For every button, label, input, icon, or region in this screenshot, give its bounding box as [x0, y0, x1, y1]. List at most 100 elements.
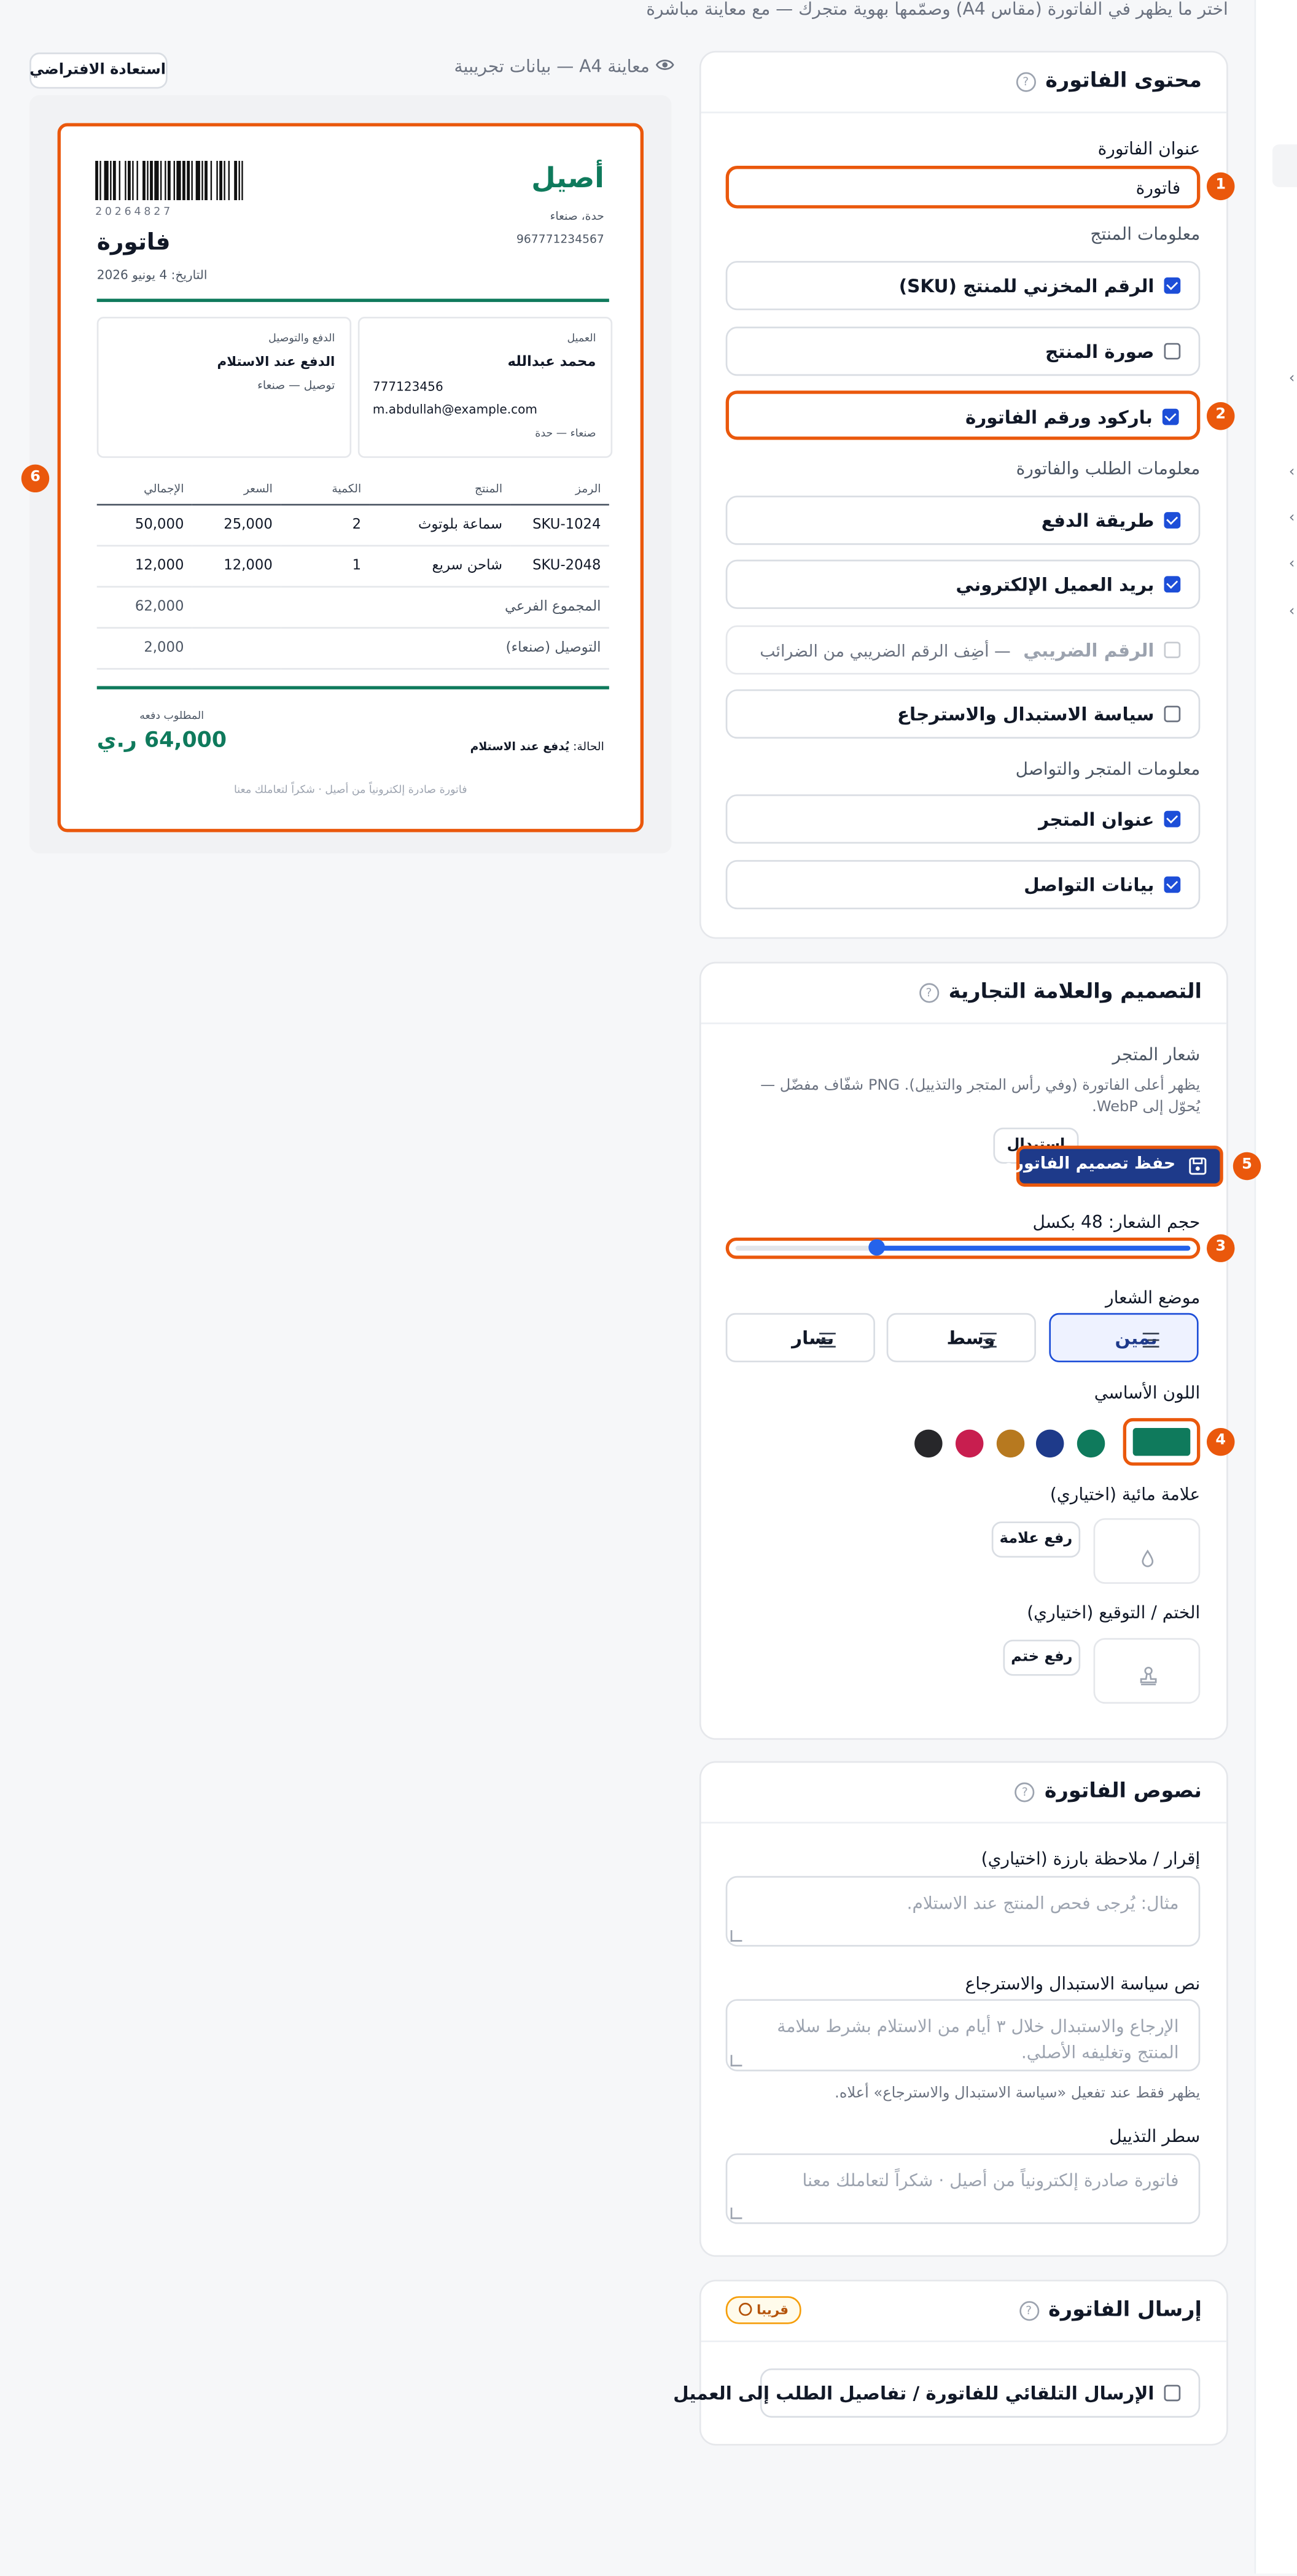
email-checkbox[interactable]	[1164, 576, 1181, 593]
col-product: المنتج	[369, 472, 511, 506]
return-policy-checkbox[interactable]	[1164, 705, 1181, 723]
help-icon[interactable]: ?	[1015, 1782, 1035, 1802]
restore-default-button[interactable]: استعادة الافتراضي	[29, 52, 168, 89]
barcode-bar	[241, 161, 245, 201]
store-address-checkbox[interactable]	[1164, 810, 1181, 828]
invoice-title-label: عنوان الفاتورة	[1097, 139, 1201, 160]
option-return-policy[interactable]: سياسة الاستبدال والاسترجاع	[725, 689, 1201, 739]
option-store-address[interactable]: عنوان المتجر	[725, 794, 1201, 844]
tax-checkbox[interactable]	[1164, 642, 1181, 659]
col-qty: الكمية	[281, 472, 370, 506]
invoice-title-value: فاتورة	[1135, 179, 1181, 199]
declaration-placeholder: مثال: يُرجى فحص المنتج عند الاستلام.	[906, 1894, 1179, 1914]
option-product-image[interactable]: صورة المنتج	[725, 327, 1201, 376]
droplet-icon	[1141, 1543, 1154, 1574]
subtotal-row: المجموع الفرعي 62,000	[96, 586, 609, 629]
upload-watermark-button[interactable]: رفع علامة	[991, 1521, 1081, 1558]
slider-thumb[interactable]	[868, 1239, 885, 1256]
position-left-button[interactable]: يسار	[725, 1313, 875, 1363]
invoice-title-field[interactable]: فاتورة	[725, 166, 1201, 209]
stamp-dropzone[interactable]	[1093, 1638, 1201, 1704]
invoice-date: التاريخ: 4 يونيو 2026	[96, 267, 208, 282]
option-label: بيانات التواصل	[1024, 874, 1155, 896]
barcode-bar	[191, 161, 193, 201]
side-rail-glyph: ‹	[1288, 371, 1295, 387]
invoice-header-rule	[96, 298, 609, 301]
col-price: السعر	[192, 472, 281, 506]
help-icon[interactable]: ?	[1016, 71, 1036, 91]
delivery-fee-value: 2,000	[96, 627, 192, 670]
sku-checkbox[interactable]	[1164, 277, 1181, 294]
payment-label: الدفع والتوصيل	[268, 332, 335, 345]
resize-handle[interactable]	[730, 1930, 742, 1942]
help-icon[interactable]: ?	[919, 982, 939, 1003]
order-section-label: معلومات الطلب والفاتورة	[1016, 459, 1201, 479]
payment-checkbox[interactable]	[1164, 512, 1181, 529]
barcode-bar	[204, 161, 208, 201]
barcode-bar	[95, 161, 98, 201]
option-label: صورة المنتج	[1045, 341, 1155, 363]
row-sku: SKU-1024	[510, 505, 609, 547]
barcode-bar	[210, 161, 212, 201]
resize-handle[interactable]	[730, 2055, 742, 2066]
watermark-dropzone[interactable]	[1093, 1518, 1201, 1584]
col-total: الإجمالي	[96, 472, 192, 506]
barcode-checkbox[interactable]	[1162, 408, 1179, 425]
totals-rule	[96, 686, 609, 689]
marker-3: 3	[1207, 1234, 1235, 1262]
texts-card-title: نصوص الفاتورة	[1044, 1777, 1202, 1802]
footer-line-textarea[interactable]: فاتورة صادرة إلكترونياً من أصيل · شكراً …	[725, 2153, 1201, 2224]
marker-1: 1	[1207, 172, 1235, 201]
option-label: بريد العميل الإلكتروني	[956, 574, 1155, 596]
option-barcode[interactable]: باركود ورقم الفاتورة	[725, 390, 1201, 440]
upload-stamp-button[interactable]: رفع ختم	[1003, 1639, 1081, 1676]
invoice-title: فاتورة	[96, 230, 171, 257]
color-swatch-crimson[interactable]	[955, 1429, 984, 1458]
preview-heading-text: معاينة A4 — بيانات تجريبية	[454, 57, 650, 77]
barcode-bar	[112, 161, 116, 201]
contact-checkbox[interactable]	[1164, 876, 1181, 893]
policy-textarea[interactable]: الإرجاع والاستبدال خلال ٣ أيام من الاستل…	[725, 1999, 1201, 2071]
resize-handle[interactable]	[730, 2207, 742, 2219]
option-payment-method[interactable]: طريقة الدفع	[725, 495, 1201, 545]
side-rail-glyph: ‹	[1288, 510, 1295, 527]
content-card-title: محتوى الفاتورة	[1045, 67, 1202, 92]
help-icon[interactable]: ?	[1019, 2300, 1039, 2320]
design-card-header: التصميم والعلامة التجارية?	[701, 963, 1227, 1025]
color-swatch-charcoal[interactable]	[914, 1429, 943, 1458]
barcode-bar	[160, 161, 162, 201]
soon-badge: قريبا	[725, 2296, 802, 2324]
auto-send-checkbox[interactable]	[1164, 2384, 1181, 2402]
primary-color-picker[interactable]	[1123, 1418, 1201, 1466]
customer-name: محمد عبدالله	[507, 354, 596, 371]
tax-label: الرقم الضريبي	[1023, 640, 1155, 662]
option-auto-send[interactable]: الإرسال التلقائي للفاتورة / تفاصيل الطلب…	[673, 2368, 1201, 2418]
align-left-icon	[819, 1332, 836, 1351]
color-swatch-amber[interactable]	[996, 1429, 1025, 1458]
logo-size-slider[interactable]	[725, 1237, 1201, 1259]
product-image-checkbox[interactable]	[1164, 343, 1181, 360]
option-label: الرقم المخزني للمنتج (SKU)	[898, 276, 1155, 297]
barcode-bar	[136, 161, 138, 201]
footer-line-label: سطر التذييل	[1109, 2127, 1201, 2147]
option-sku[interactable]: الرقم المخزني للمنتج (SKU)	[725, 261, 1201, 311]
store-phone: 967771234567	[516, 233, 604, 247]
option-label: باركود ورقم الفاتورة	[965, 407, 1153, 429]
color-swatch-navy[interactable]	[1035, 1429, 1064, 1458]
barcode-bar	[110, 161, 112, 201]
save-design-button[interactable]: حفظ تصميم الفاتورة	[1005, 1146, 1223, 1187]
option-customer-email[interactable]: بريد العميل الإلكتروني	[725, 559, 1201, 609]
row-total: 50,000	[96, 505, 192, 547]
option-label: عنوان المتجر	[1038, 809, 1155, 831]
table-row: SKU-2048 شاحن سريع 1 12,000 12,000	[96, 545, 609, 588]
color-swatch-green[interactable]	[1077, 1429, 1105, 1458]
option-contact-info[interactable]: بيانات التواصل	[725, 859, 1201, 910]
declaration-textarea[interactable]: مثال: يُرجى فحص المنتج عند الاستلام.	[725, 1876, 1201, 1947]
policy-placeholder: الإرجاع والاستبدال خلال ٣ أيام من الاستل…	[777, 2017, 1179, 2063]
marker-6: 6	[21, 464, 50, 493]
barcode-bar	[187, 161, 190, 201]
position-right-button[interactable]: يمين	[1049, 1313, 1199, 1363]
position-center-button[interactable]: وسط	[886, 1313, 1036, 1363]
option-tax-number[interactable]: الرقم الضريبي — أضِف الرقم الضريبي من ال…	[725, 625, 1201, 675]
barcode-bar	[132, 161, 134, 201]
